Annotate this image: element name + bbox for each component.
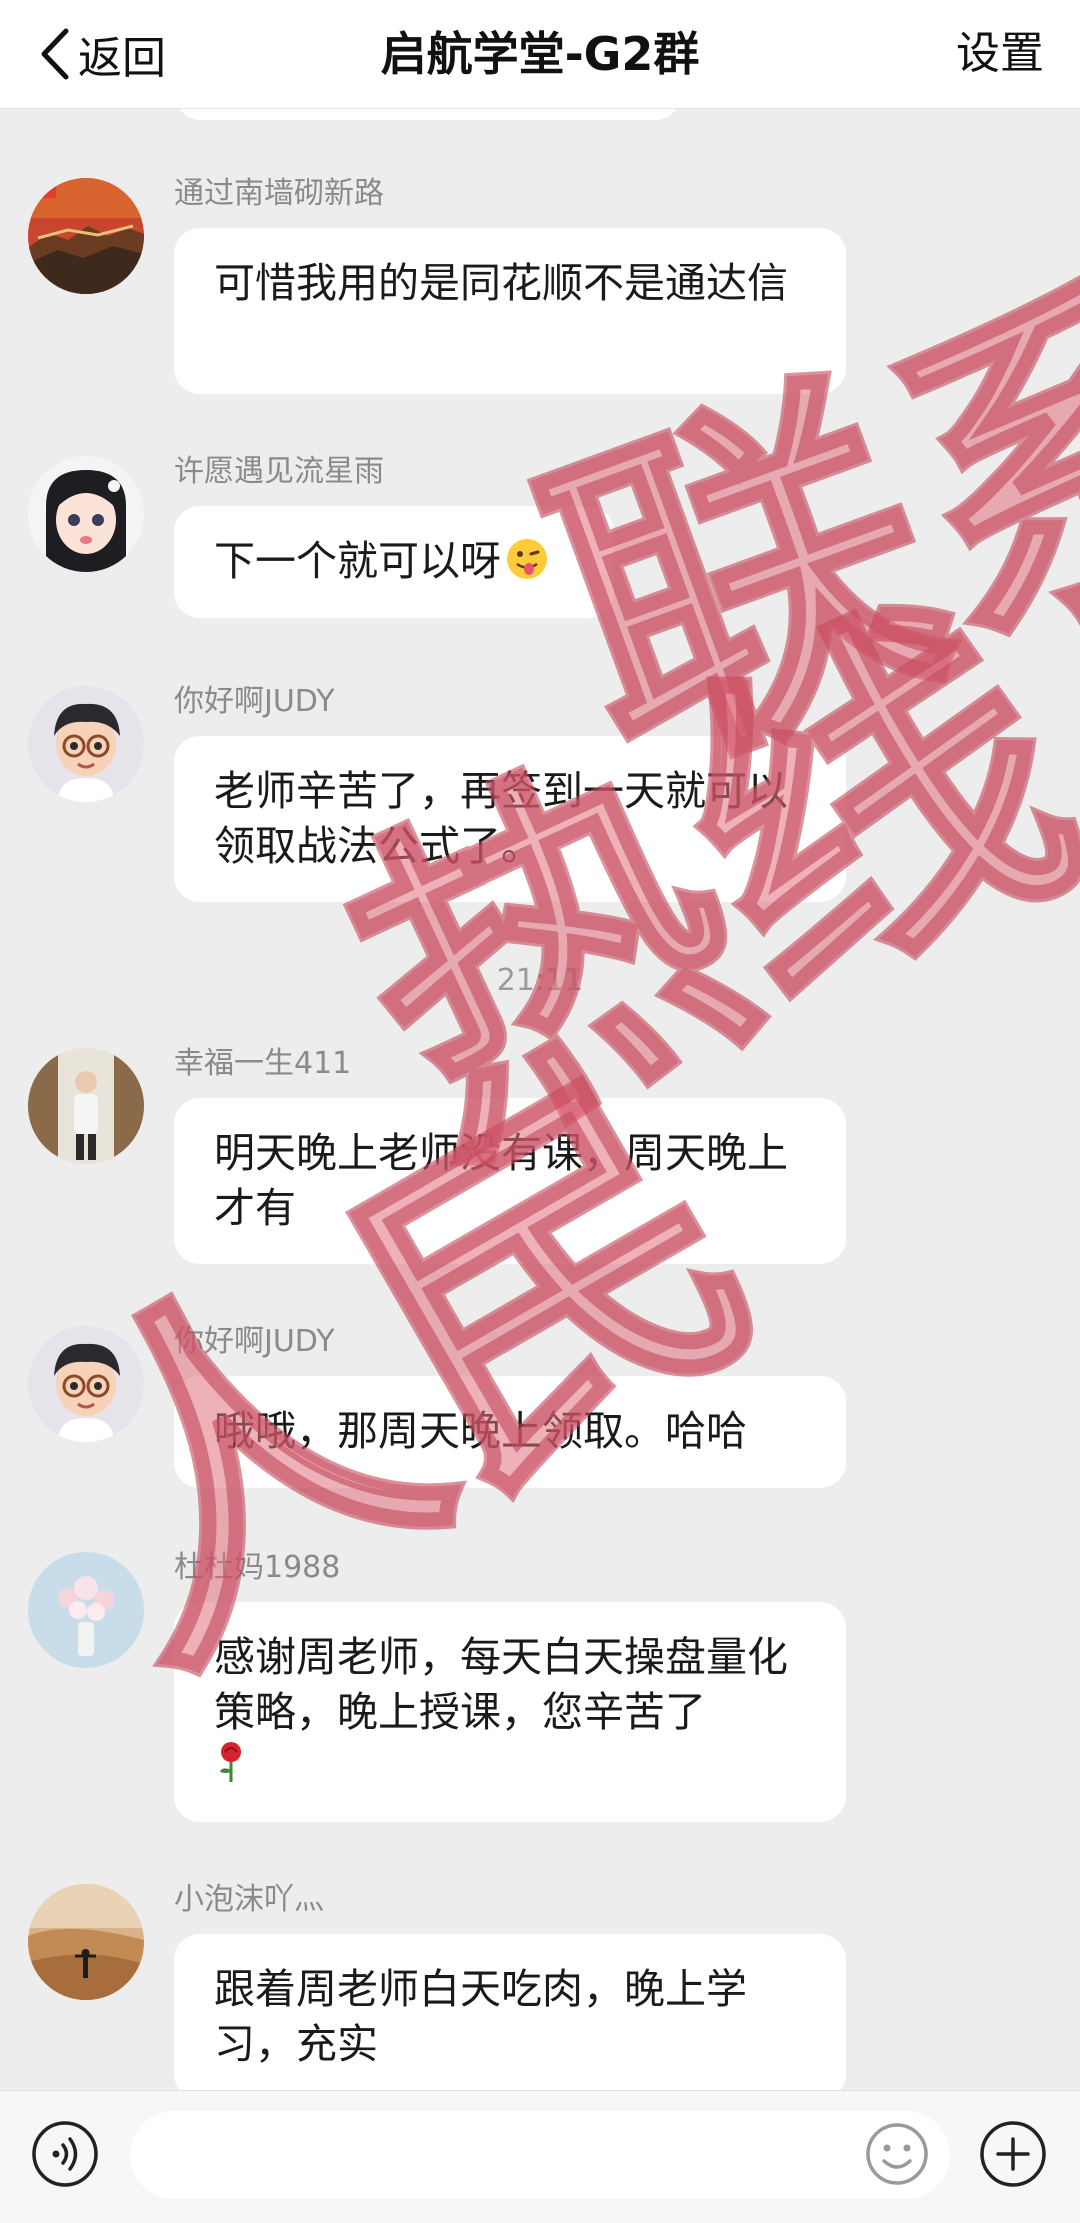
more-actions-button[interactable] (978, 2119, 1048, 2189)
back-label: 返回 (78, 33, 166, 84)
message-input-bar (0, 2090, 1080, 2223)
sender-name: 杜杜妈1988 (174, 1550, 341, 1585)
sender-name: 小泡沫吖灬 (174, 1882, 324, 1917)
avatar[interactable] (28, 1326, 144, 1442)
voice-input-button[interactable] (30, 2119, 100, 2189)
rose-emoji-icon (214, 1742, 248, 1794)
person-photo-avatar-icon (28, 1048, 144, 1164)
message-bubble[interactable]: 明天晚上老师没有课，周天晚上才有 (174, 1098, 846, 1264)
great-wall-avatar-icon (28, 178, 144, 294)
avatar[interactable] (28, 178, 144, 294)
message-text: 哦哦，那周天晚上领取。哈哈 (214, 1407, 747, 1455)
message-text: 下一个就可以呀 (214, 537, 501, 585)
avatar[interactable] (28, 456, 144, 572)
chat-message-list[interactable]: 通过南墙砌新路 可惜我用的是同花顺不是通达信 许愿遇见流星雨 下一个就可以呀 你… (0, 108, 1080, 2090)
sender-name: 你好啊JUDY (174, 684, 335, 719)
smiley-icon (866, 2123, 928, 2185)
back-button[interactable]: 返回 (38, 22, 166, 86)
avatar[interactable] (28, 1884, 144, 2000)
message-text: 跟着周老师白天吃肉，晚上学习，充实 (214, 1965, 747, 2068)
emoji-button[interactable] (864, 2121, 930, 2187)
desert-photo-avatar-icon (28, 1884, 144, 2000)
tongue-wink-emoji-icon (505, 537, 549, 595)
avatar[interactable] (28, 686, 144, 802)
sender-name: 你好啊JUDY (174, 1324, 335, 1359)
cartoon-boy-avatar-icon (28, 1326, 144, 1442)
message-text: 老师辛苦了，再签到一天就可以领取战法公式了。 (214, 767, 788, 870)
sender-name: 通过南墙砌新路 (174, 176, 384, 211)
avatar[interactable] (28, 1552, 144, 1668)
message-text: 感谢周老师，每天白天操盘量化策略，晚上授课，您辛苦了 (214, 1633, 788, 1736)
sender-name: 幸福一生411 (174, 1046, 352, 1081)
previous-message-bubble (176, 108, 680, 120)
message-text: 明天晚上老师没有课，周天晚上才有 (214, 1129, 788, 1232)
message-bubble[interactable]: 跟着周老师白天吃肉，晚上学习，充实 (174, 1934, 846, 2090)
settings-button[interactable]: 设置 (956, 22, 1044, 86)
chevron-left-icon (41, 28, 69, 80)
message-bubble[interactable]: 感谢周老师，每天白天操盘量化策略，晚上授课，您辛苦了 (174, 1602, 846, 1822)
message-timestamp: 21:11 (496, 963, 584, 998)
flower-vase-avatar-icon (28, 1552, 144, 1668)
sender-name: 许愿遇见流星雨 (174, 454, 384, 489)
message-bubble[interactable]: 哦哦，那周天晚上领取。哈哈 (174, 1376, 846, 1488)
message-bubble[interactable]: 可惜我用的是同花顺不是通达信 (174, 228, 846, 394)
message-bubble[interactable]: 老师辛苦了，再签到一天就可以领取战法公式了。 (174, 736, 846, 902)
plus-icon (980, 2121, 1046, 2187)
avatar[interactable] (28, 1048, 144, 1164)
message-bubble[interactable]: 下一个就可以呀 (174, 506, 614, 618)
top-nav-bar: 返回 启航学堂-G2群 设置 (0, 0, 1080, 109)
voice-wave-icon (32, 2121, 98, 2187)
cartoon-boy-avatar-icon (28, 686, 144, 802)
anime-girl-avatar-icon (28, 456, 144, 572)
message-text-input[interactable] (130, 2111, 950, 2199)
message-text: 可惜我用的是同花顺不是通达信 (214, 259, 788, 307)
